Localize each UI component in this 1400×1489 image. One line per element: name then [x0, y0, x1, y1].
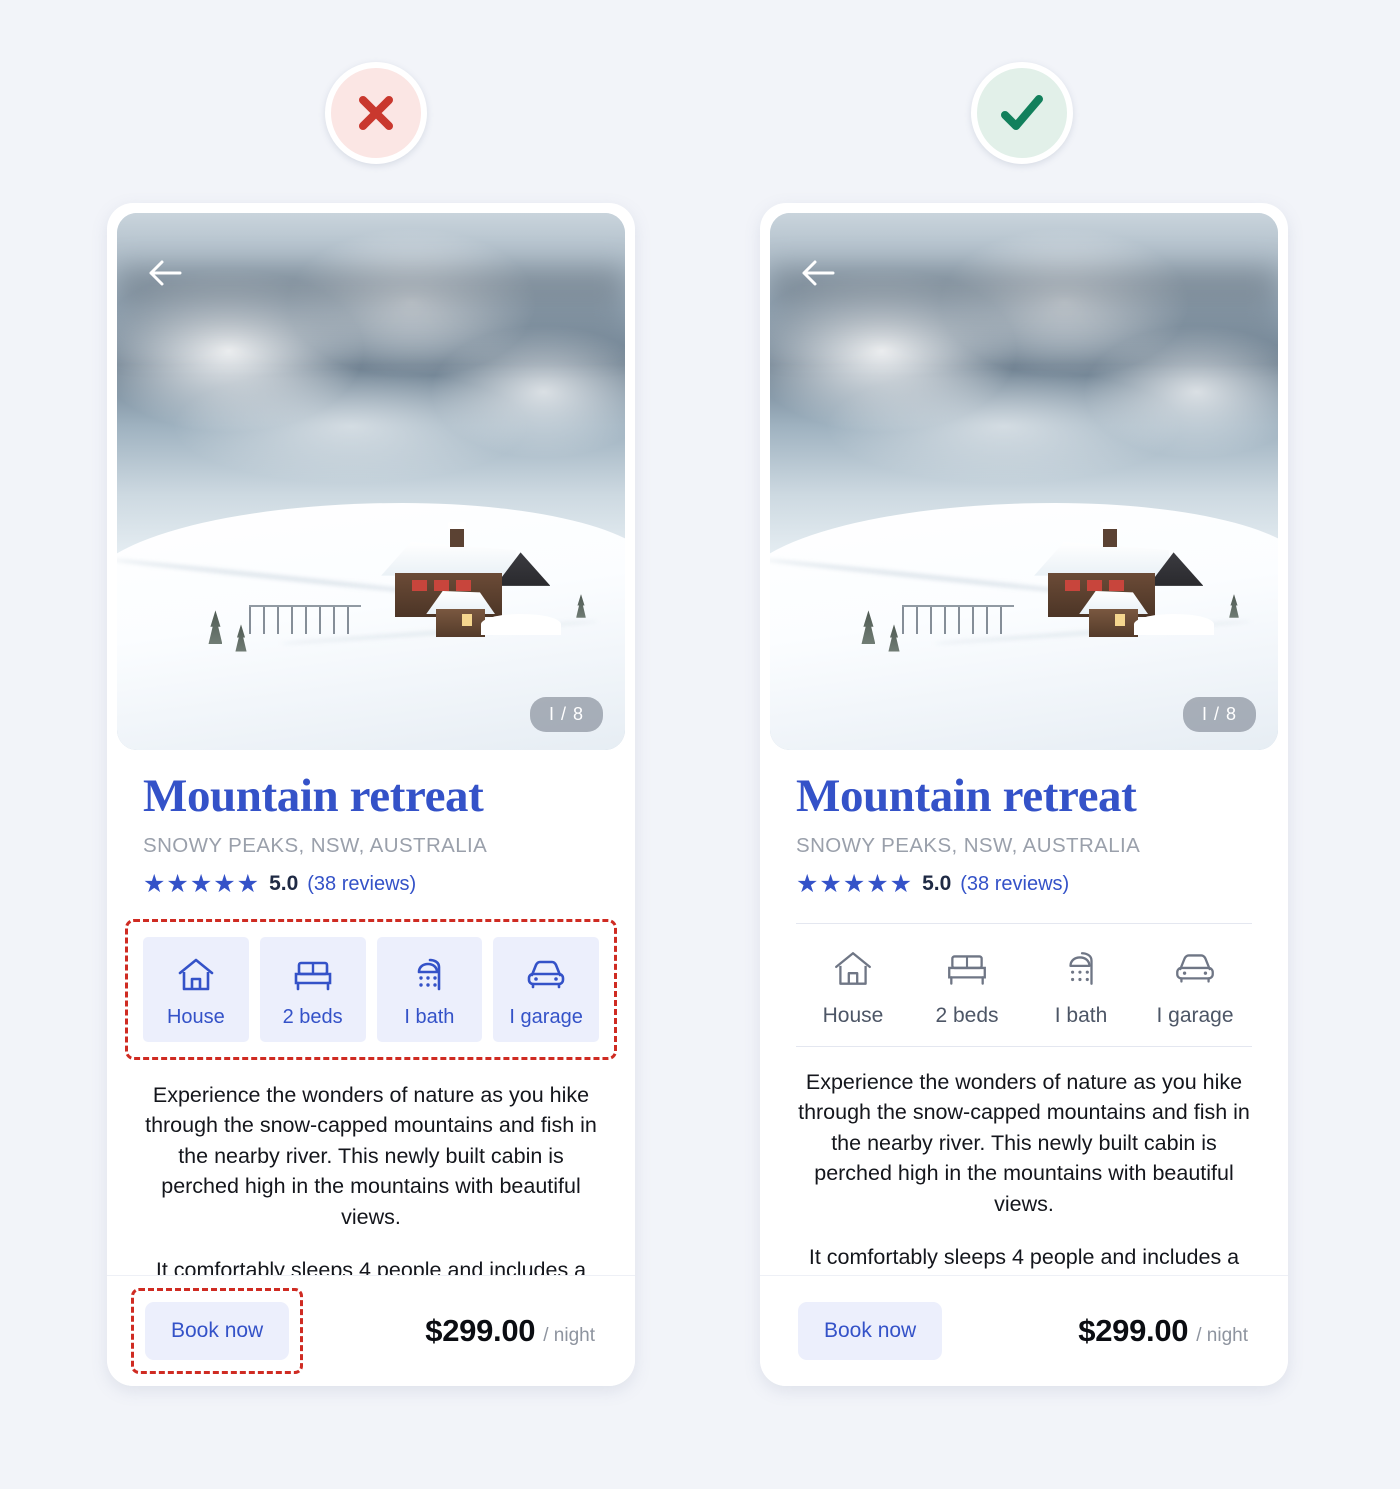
amenity-item-label: House — [822, 1003, 884, 1027]
rating-row: ★★★★★ 5.0 (38 reviews) — [143, 869, 599, 898]
photo-cabin — [381, 514, 561, 643]
photo-cabin — [1034, 514, 1214, 643]
listing-card-incorrect: I / 8 Mountain retreat SNOWY PEAKS, NSW,… — [107, 203, 635, 1386]
correct-verdict-badge — [971, 62, 1073, 164]
amenity-item-house[interactable]: House — [796, 946, 910, 1028]
arrow-left-icon — [799, 258, 837, 293]
listing-body: Mountain retreat SNOWY PEAKS, NSW, AUSTR… — [107, 750, 635, 1316]
house-icon — [796, 946, 910, 992]
price-unit: / night — [1196, 1325, 1248, 1346]
amenity-chip-house[interactable]: House — [143, 936, 249, 1042]
star-rating-icon: ★★★★★ — [143, 869, 261, 898]
photo-fence — [902, 605, 1014, 634]
cross-icon — [350, 87, 402, 139]
photo-counter[interactable]: I / 8 — [529, 697, 603, 732]
book-button-slot: Book now — [784, 1288, 956, 1374]
price-amount: $299.00 — [425, 1313, 536, 1348]
amenity-chip-bath[interactable]: I bath — [376, 936, 483, 1042]
amenity-chip-label: I bath — [404, 1005, 455, 1028]
rating-score: 5.0 — [269, 872, 299, 896]
car-icon — [493, 953, 599, 997]
amenities-chip-row: House 2 beds I bath I garage — [143, 936, 599, 1042]
review-count-link[interactable]: (38 reviews) — [307, 873, 416, 896]
description-paragraph: Experience the wonders of nature as you … — [798, 1069, 1250, 1216]
amenity-chip-beds[interactable]: 2 beds — [259, 936, 366, 1042]
price-block: $299.00 / night — [425, 1313, 595, 1349]
amenity-chip-label: I garage — [509, 1005, 583, 1028]
shower-icon — [377, 953, 483, 997]
booking-bar: Book now $299.00 / night — [760, 1275, 1288, 1386]
locality-text: SNOWY PEAKS, NSW, AUSTRALIA — [143, 833, 488, 857]
hero-photo: I / 8 — [770, 213, 1278, 750]
description-paragraph: Experience the wonders of nature as you … — [145, 1082, 597, 1229]
rating-score: 5.0 — [922, 872, 952, 896]
amenities-annotated-region: House 2 beds I bath I garage — [125, 918, 617, 1060]
check-icon — [994, 85, 1050, 141]
hero-photo: I / 8 — [117, 213, 625, 750]
bed-icon — [260, 953, 366, 997]
locality-text: SNOWY PEAKS, NSW, AUSTRALIA — [796, 833, 1141, 857]
amenity-item-garage[interactable]: I garage — [1138, 946, 1252, 1028]
page-title: Mountain retreat — [796, 770, 1137, 822]
book-button-annotated-region: Book now — [131, 1288, 304, 1374]
photo-fence — [249, 605, 361, 634]
page-title: Mountain retreat — [143, 770, 484, 822]
amenity-item-beds[interactable]: 2 beds — [910, 946, 1024, 1028]
star-rating-icon: ★★★★★ — [796, 869, 914, 898]
amenity-chip-label: 2 beds — [282, 1005, 343, 1028]
listing-card-correct: I / 8 Mountain retreat SNOWY PEAKS, NSW,… — [760, 203, 1288, 1386]
amenity-item-label: I bath — [1054, 1003, 1108, 1027]
house-icon — [143, 953, 249, 997]
price-unit: / night — [543, 1325, 595, 1346]
car-icon — [1138, 946, 1252, 992]
bed-icon — [910, 946, 1024, 992]
shower-icon — [1024, 946, 1138, 992]
amenities-row: House 2 beds I bath I garage — [796, 922, 1252, 1047]
amenity-item-label: I garage — [1156, 1003, 1234, 1027]
amenity-item-label: 2 beds — [935, 1003, 999, 1027]
book-now-button[interactable]: Book now — [145, 1302, 290, 1360]
amenity-chip-garage[interactable]: I garage — [493, 936, 599, 1042]
review-count-link[interactable]: (38 reviews) — [960, 873, 1069, 896]
rating-row: ★★★★★ 5.0 (38 reviews) — [796, 869, 1252, 898]
price-block: $299.00 / night — [1078, 1313, 1248, 1349]
book-now-button[interactable]: Book now — [798, 1302, 943, 1360]
amenity-chip-label: House — [166, 1005, 225, 1028]
booking-bar: Book now $299.00 / night — [107, 1275, 635, 1386]
listing-body: Mountain retreat SNOWY PEAKS, NSW, AUSTR… — [760, 750, 1288, 1303]
incorrect-verdict-badge — [325, 62, 427, 164]
arrow-left-icon — [146, 258, 184, 293]
comparison-stage: I / 8 Mountain retreat SNOWY PEAKS, NSW,… — [0, 0, 1400, 1489]
listing-description: Experience the wonders of nature as you … — [796, 1067, 1252, 1304]
photo-counter[interactable]: I / 8 — [1182, 697, 1256, 732]
back-button[interactable] — [798, 255, 838, 295]
amenity-item-bath[interactable]: I bath — [1024, 946, 1138, 1028]
back-button[interactable] — [145, 255, 185, 295]
price-amount: $299.00 — [1078, 1313, 1189, 1348]
